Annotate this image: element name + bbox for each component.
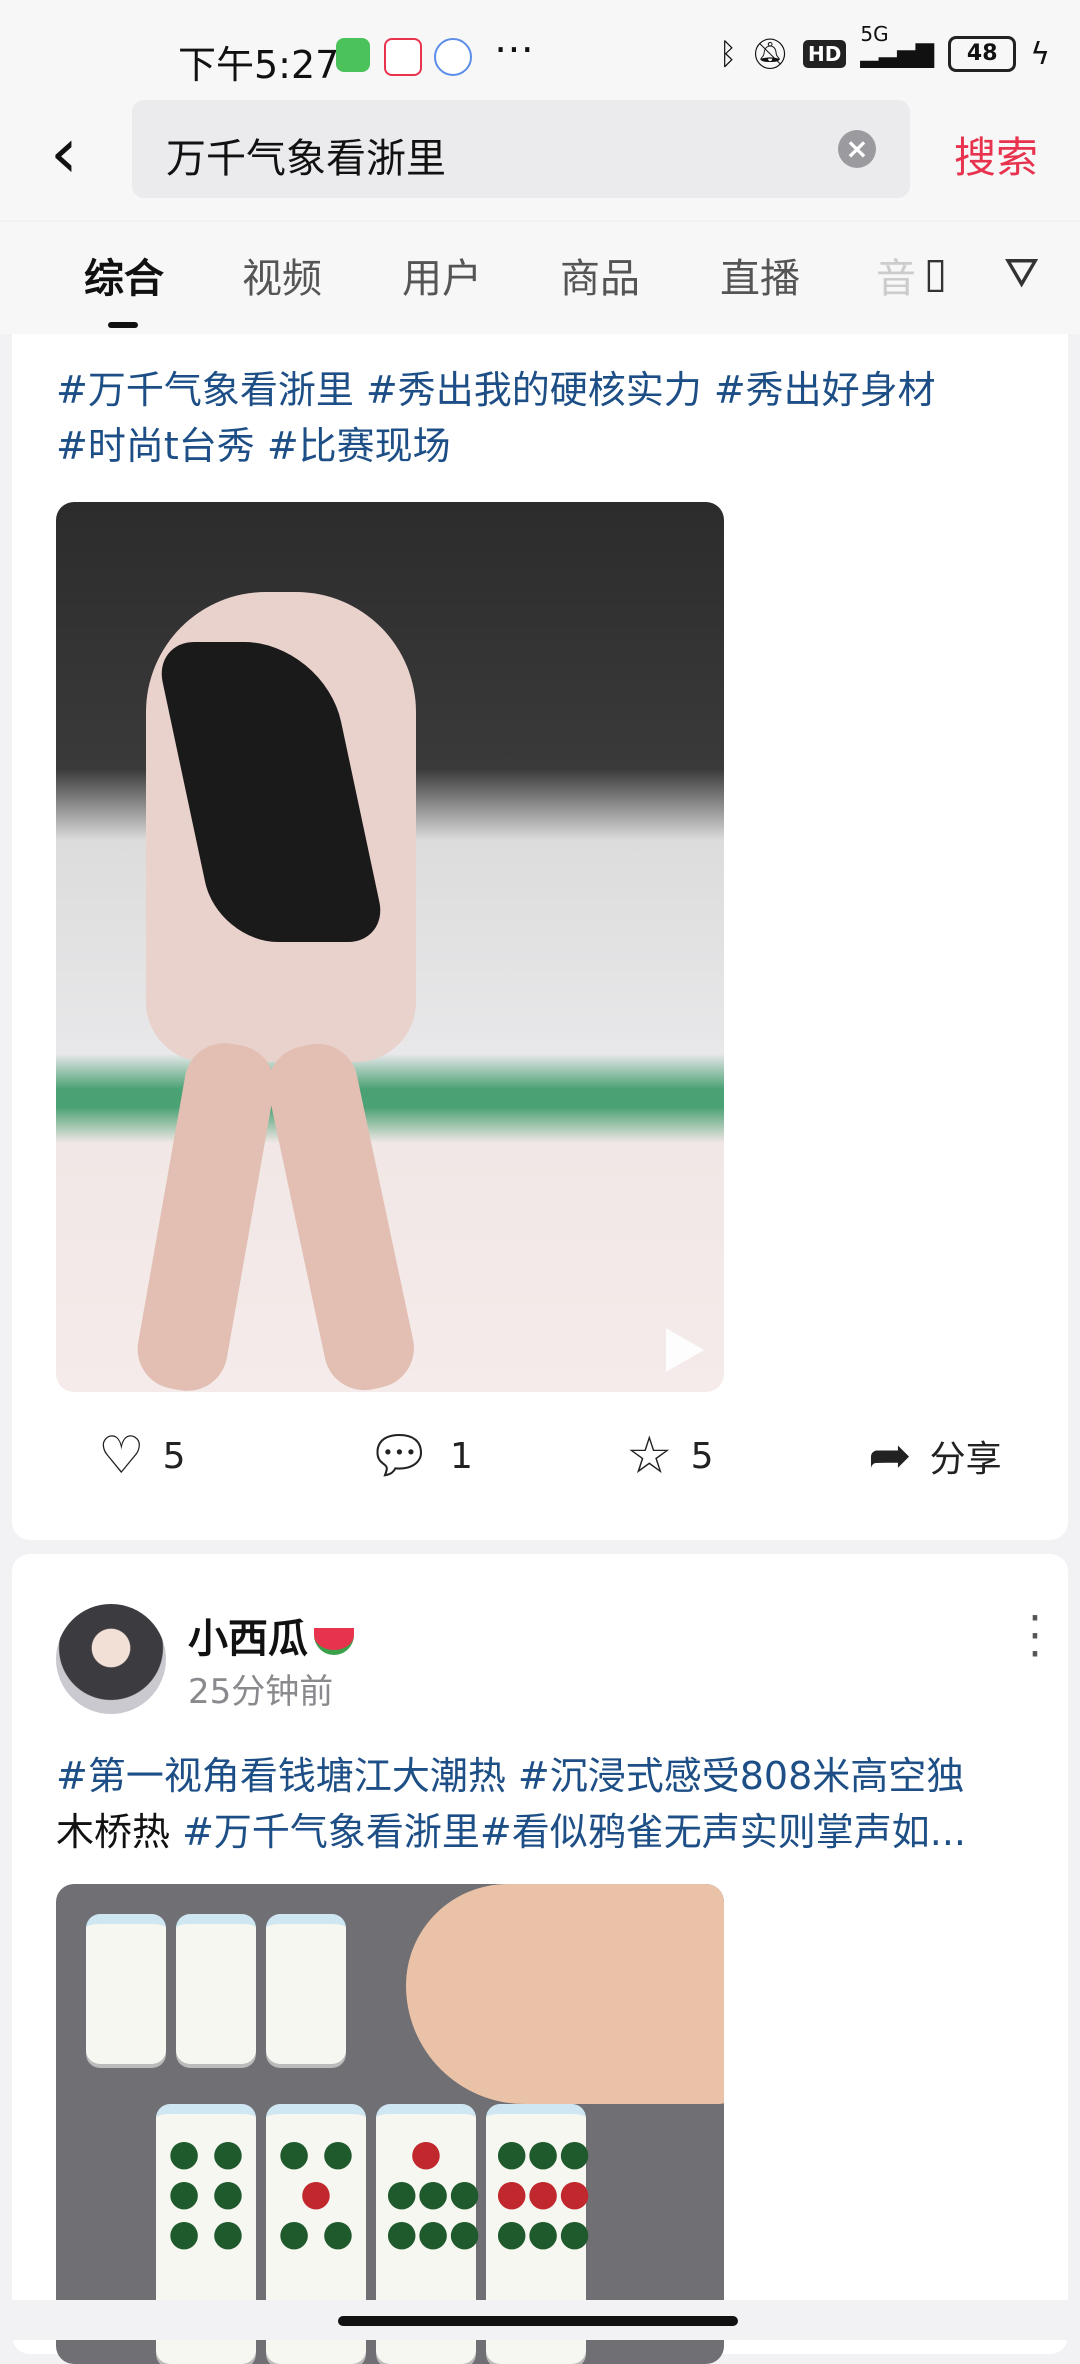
more-options-icon[interactable]: · · · — [1028, 1597, 1042, 1677]
post-text[interactable]: #第一视角看钱塘江大潮热 #沉浸式感受808米高空独 木桥热 #万千气象看浙里#… — [56, 1748, 1036, 1860]
username-text[interactable]: 小西瓜 — [188, 1616, 308, 1662]
search-button[interactable]: 搜索 — [954, 124, 1038, 185]
comment-bubble-icon: 💬︎ — [366, 1426, 433, 1486]
app-icon-58 — [384, 38, 422, 76]
charging-icon: ϟ — [1030, 36, 1050, 72]
app-icon-green — [336, 38, 370, 72]
result-tabs: 综合 视频 用户 商品 直播 音 ▯ ⛛ — [0, 222, 1080, 334]
watermelon-icon — [314, 1627, 354, 1655]
text-line[interactable]: 木桥热 #万千气象看浙里#看似鸦雀无声实则掌声如... — [56, 1804, 1036, 1860]
app-icon-cloud — [434, 38, 472, 76]
share-arrow-icon: ➦ — [868, 1426, 912, 1486]
home-indicator[interactable] — [338, 2316, 738, 2326]
post-actions: ♡ 5 💬︎ 1 ☆ 5 ➦ 分享 — [12, 1424, 1068, 1494]
tab-products[interactable]: 商品 — [560, 246, 640, 304]
like-button[interactable]: ♡ 5 — [98, 1430, 186, 1482]
post-hashtags[interactable]: #万千气象看浙里 #秀出我的硬核实力 #秀出好身材 #时尚t台秀 #比赛现场 — [56, 362, 1036, 474]
play-icon[interactable] — [666, 1328, 704, 1372]
clear-circle-icon[interactable]: × — [838, 130, 876, 168]
post-time: 25分钟前 — [188, 1672, 334, 1712]
favorite-button[interactable]: ☆ 5 — [626, 1430, 714, 1482]
search-query[interactable]: 万千气象看浙里 — [166, 126, 446, 184]
tab-live[interactable]: 直播 — [720, 246, 800, 304]
mahjong-tile — [86, 1914, 166, 2064]
status-bar: 下午5:27 ⋯ ᛒ 🔕︎ HD 5G ▂▃▅▇ 48 ϟ — [0, 0, 1080, 100]
mahjong-tile — [176, 1914, 256, 2064]
hand-shape — [406, 1884, 724, 2104]
filter-icon[interactable]: ⛛ — [1004, 248, 1039, 298]
share-button[interactable]: ➦ 分享 — [868, 1430, 1002, 1482]
tab-music-partial[interactable]: 音 — [876, 246, 916, 304]
hd-icon: HD — [803, 40, 847, 68]
comment-button[interactable]: 💬︎ 1 — [366, 1430, 473, 1482]
layout-toggle-icon[interactable]: ▯ — [924, 248, 947, 297]
hashtag-text[interactable]: #万千气象看浙里#看似鸦雀无声实则掌声如... — [182, 1810, 966, 1854]
heart-icon: ♡ — [98, 1426, 145, 1486]
hashtag-line[interactable]: #第一视角看钱塘江大潮热 #沉浸式感受808米高空独 — [56, 1748, 1036, 1804]
share-label: 分享 — [929, 1439, 1002, 1480]
bluetooth-icon: ᛒ — [718, 36, 737, 72]
post-card[interactable]: #万千气象看浙里 #秀出我的硬核实力 #秀出好身材 #时尚t台秀 #比赛现场 ♡… — [12, 334, 1068, 1540]
network-label: 5G — [860, 22, 889, 46]
battery-icon: 48 — [948, 36, 1017, 72]
plain-text: 木桥热 — [56, 1810, 183, 1854]
more-dots-icon: ⋯ — [494, 26, 534, 72]
battery-level: 48 — [966, 41, 998, 66]
hashtag-line[interactable]: #时尚t台秀 #比赛现场 — [56, 418, 1036, 474]
mahjong-tile — [266, 1914, 346, 2064]
status-time: 下午5:27 — [178, 43, 340, 87]
favorite-count: 5 — [690, 1435, 714, 1477]
tab-users[interactable]: 用户 — [402, 246, 482, 304]
comment-count: 1 — [450, 1435, 473, 1477]
search-header: ‹ 万千气象看浙里 × 搜索 — [0, 100, 1080, 220]
active-tab-indicator — [108, 322, 138, 328]
signal-icon: 5G ▂▃▅▇ — [860, 22, 935, 68]
leg-shape — [260, 1036, 422, 1392]
post-video-thumbnail[interactable] — [56, 502, 724, 1392]
chevron-left-icon[interactable]: ‹ — [50, 118, 110, 198]
like-count: 5 — [162, 1435, 186, 1477]
post-author[interactable]: 小西瓜 — [188, 1606, 354, 1664]
hashtag-line[interactable]: #万千气象看浙里 #秀出我的硬核实力 #秀出好身材 — [56, 362, 1036, 418]
mute-bell-icon: 🔕︎ — [750, 36, 790, 72]
search-input[interactable]: 万千气象看浙里 × — [132, 100, 910, 198]
star-icon: ☆ — [626, 1426, 673, 1486]
avatar[interactable] — [56, 1604, 166, 1714]
leg-shape — [131, 1036, 281, 1392]
tab-comprehensive[interactable]: 综合 — [84, 246, 164, 304]
tab-video[interactable]: 视频 — [242, 246, 322, 304]
post-card[interactable]: 小西瓜 25分钟前 · · · #第一视角看钱塘江大潮热 #沉浸式感受808米高空独… — [12, 1554, 1068, 2364]
gesture-bar — [0, 2300, 1080, 2340]
post-video-thumbnail[interactable]: ● ● ● ● ● ● ● ● ● ● ● ● ●●● ●●● ●●● ●●● ●●● — [56, 1884, 724, 2364]
